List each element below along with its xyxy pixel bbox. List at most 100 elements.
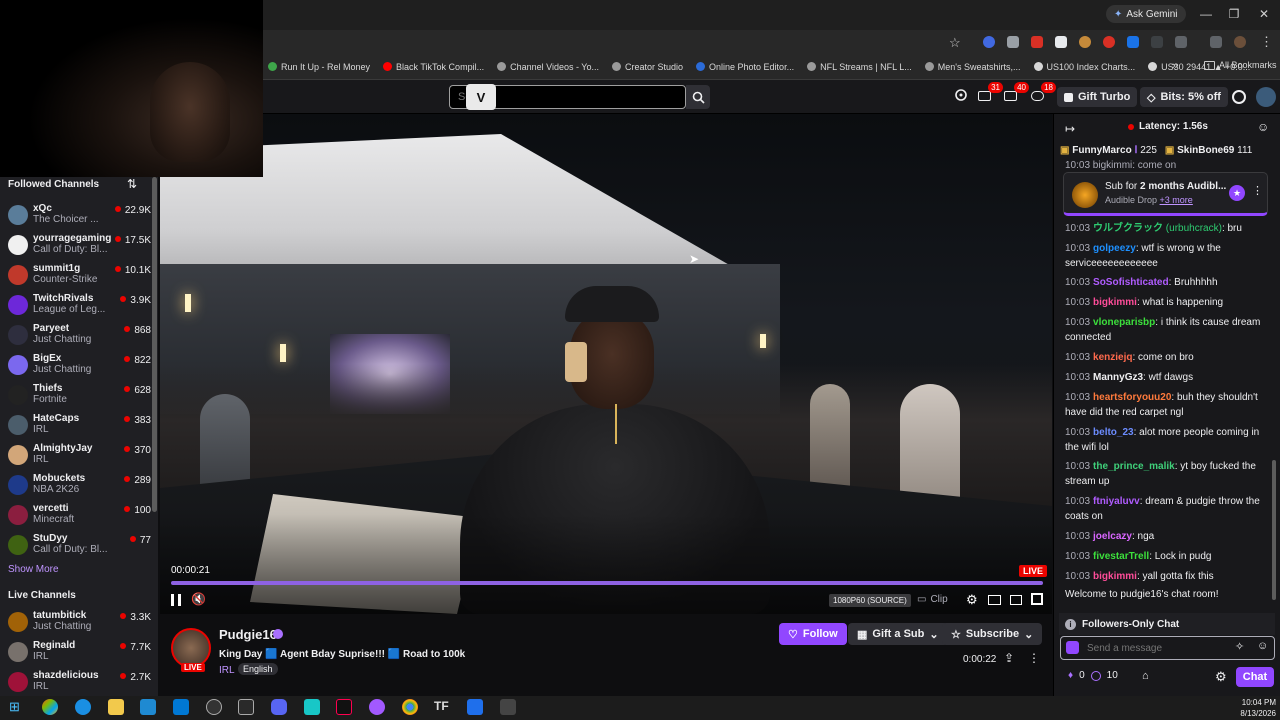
more-bookmarks-chevron[interactable]: » — [1172, 60, 1178, 72]
channel-item[interactable]: tatumbitick Just Chatting 3.3K — [8, 608, 153, 638]
minimize-button[interactable]: — — [1196, 7, 1216, 21]
channel-item[interactable]: yourragegaming Call of Duty: Bl... 17.5K — [8, 231, 153, 261]
settings-gear-icon[interactable]: ⚙ — [966, 592, 978, 608]
channel-item[interactable]: Thiefs Fortnite 628 — [8, 381, 153, 411]
restore-button[interactable]: ❐ — [1224, 7, 1244, 21]
file-explorer-icon[interactable] — [108, 699, 124, 715]
message-username[interactable]: fivestarTrell — [1093, 551, 1149, 562]
chat-send-button[interactable]: Chat — [1236, 667, 1274, 687]
progress-bar[interactable] — [171, 581, 1043, 585]
fullscreen-icon[interactable] — [1031, 593, 1043, 605]
extension-icon[interactable] — [1103, 36, 1115, 48]
more-options-icon[interactable]: ⋮ — [1028, 651, 1040, 665]
extension-icon[interactable] — [1055, 36, 1067, 48]
subscribe-button[interactable]: ☆ Subscribe ⌄ — [942, 623, 1043, 645]
message-username[interactable]: ftniyaluvv — [1093, 496, 1140, 507]
calculator-icon[interactable] — [140, 699, 156, 715]
bookmark-item[interactable]: NFL Streams | NFL L... — [807, 62, 912, 72]
message-username[interactable]: heartsforyouu20 — [1093, 392, 1171, 403]
extensions-puzzle-icon[interactable] — [1175, 36, 1187, 48]
bits-button[interactable]: ◇ Bits: 5% off — [1140, 87, 1228, 107]
channel-avatar[interactable] — [171, 628, 211, 668]
app-icon[interactable] — [304, 699, 320, 715]
app-icon[interactable] — [369, 699, 385, 715]
gift-turbo-button[interactable]: Gift Turbo — [1057, 87, 1138, 107]
search-button[interactable] — [686, 85, 710, 109]
quality-badge[interactable]: 1080P60 (SOURCE) — [829, 594, 911, 607]
edge-icon[interactable] — [75, 699, 91, 715]
extension-icon[interactable] — [1151, 36, 1163, 48]
chrome-icon[interactable] — [402, 699, 418, 715]
app-icon[interactable] — [500, 699, 516, 715]
video-player[interactable] — [160, 114, 1052, 614]
channel-item[interactable]: xQc The Choicer ... 22.9K — [8, 201, 153, 231]
vidiq-icon[interactable]: V — [466, 84, 496, 110]
message-username[interactable]: golpeezy — [1093, 243, 1136, 254]
leaderboard-entry[interactable]: ▣ FunnyMarco Ⅰ 225 — [1060, 145, 1157, 156]
epic-games-icon[interactable] — [238, 699, 254, 715]
bookmark-item[interactable]: Men's Sweatshirts,... — [924, 62, 1021, 72]
channel-item[interactable]: TwitchRivals League of Leg... 3.9K — [8, 291, 153, 321]
extension-icon[interactable] — [1127, 36, 1139, 48]
windows-start-icon[interactable]: ⊞ — [9, 699, 25, 715]
channel-item[interactable]: summit1g Counter-Strike 10.1K — [8, 261, 153, 291]
chat-input[interactable] — [1085, 639, 1225, 657]
whispers-icon[interactable]: 18 — [1031, 82, 1056, 104]
bookmark-item[interactable]: Black TikTok Compil... — [383, 62, 484, 72]
message-username[interactable]: MannyGz3 — [1093, 372, 1143, 383]
sidebar-scrollbar[interactable] — [152, 177, 157, 512]
app-icon[interactable] — [467, 699, 483, 715]
message-username[interactable]: vloneparisbp — [1093, 317, 1155, 328]
magic-icon[interactable]: ✧ — [1235, 640, 1244, 653]
mail-icon[interactable] — [173, 699, 189, 715]
collapse-chat-icon[interactable]: ↦ — [1065, 122, 1075, 136]
community-icon[interactable]: ☺ — [1257, 120, 1269, 134]
category-link[interactable]: IRL — [219, 665, 235, 676]
show-more-link[interactable]: Show More — [8, 564, 59, 575]
channel-item[interactable]: AlmightyJay IRL 370 — [8, 441, 153, 471]
bookmark-item[interactable]: US100 Index Charts... — [1033, 62, 1135, 72]
channel-item[interactable]: vercetti Minecraft 100 — [8, 501, 153, 531]
follow-button[interactable]: ♡ Follow — [779, 623, 847, 645]
prime-icon[interactable] — [1232, 90, 1246, 104]
channel-item[interactable]: Reginald IRL 7.7K — [8, 638, 153, 668]
rewards-icon[interactable] — [954, 88, 970, 104]
emote-icon[interactable]: ☺ — [1257, 640, 1268, 652]
extension-icon[interactable] — [1031, 36, 1043, 48]
channel-item[interactable]: shazdelicious IRL 2.7K — [8, 668, 153, 698]
extension-icon[interactable] — [983, 36, 995, 48]
user-avatar[interactable] — [1256, 87, 1276, 107]
bookmark-item[interactable]: Channel Videos - Yo... — [497, 62, 599, 72]
chat-scrollbar[interactable] — [1272, 460, 1276, 600]
close-window-button[interactable]: ✕ — [1254, 7, 1274, 21]
message-username[interactable]: kenziejq — [1093, 352, 1132, 363]
media-icon[interactable] — [1210, 36, 1222, 48]
channel-name[interactable]: Pudgie16 — [219, 627, 277, 642]
sort-icon[interactable]: ⇅ — [127, 177, 137, 191]
language-tag[interactable]: English — [238, 663, 278, 675]
channel-item[interactable]: StuDyy Call of Duty: Bl... 77 — [8, 531, 153, 561]
all-bookmarks-button[interactable]: All Bookmarks — [1204, 60, 1277, 70]
leaderboard-entry[interactable]: ▣ SkinBone69 111 — [1165, 145, 1252, 156]
profile-avatar[interactable] — [1234, 36, 1246, 48]
drop-menu-icon[interactable]: ⋮ — [1252, 184, 1263, 197]
mute-icon[interactable]: 🔇 — [191, 592, 206, 606]
extension-icon[interactable] — [1079, 36, 1091, 48]
steam-icon[interactable] — [206, 699, 222, 715]
app-icon[interactable]: TF — [434, 699, 450, 715]
message-username[interactable]: joelcazy — [1093, 531, 1132, 542]
discord-icon[interactable] — [271, 699, 287, 715]
gift-sub-button[interactable]: ▦ Gift a Sub ⌄ — [848, 623, 948, 645]
drop-banner[interactable]: Sub for 2 months Audibl... Audible Drop … — [1063, 172, 1268, 216]
browser-menu-icon[interactable]: ⋮ — [1260, 34, 1273, 50]
chat-settings-icon[interactable]: ⚙ — [1215, 669, 1227, 685]
tiktok-icon[interactable] — [336, 699, 352, 715]
sidebar-toggle-icon[interactable] — [1010, 595, 1022, 605]
message-username[interactable]: the_prince_malik — [1093, 461, 1175, 472]
share-icon[interactable]: ⇪ — [1004, 651, 1014, 665]
pause-icon[interactable] — [171, 594, 181, 606]
star-bookmark-icon[interactable]: ☆ — [949, 35, 961, 51]
channel-item[interactable]: Mobuckets NBA 2K26 289 — [8, 471, 153, 501]
extension-icon[interactable] — [1007, 36, 1019, 48]
more-drops-link[interactable]: +3 more — [1160, 195, 1193, 205]
